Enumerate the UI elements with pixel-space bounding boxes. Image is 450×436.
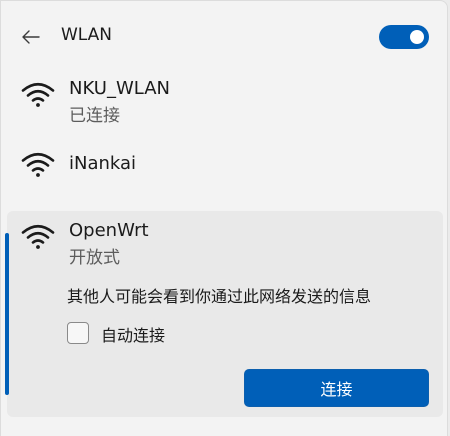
wifi-icon — [21, 224, 55, 249]
arrow-left-icon — [22, 30, 40, 44]
security-warning-text: 其他人可能会看到你通过此网络发送的信息 — [67, 287, 372, 306]
network-header-openwrt[interactable]: OpenWrt 开放式 — [1, 215, 449, 275]
connect-button[interactable]: 连接 — [244, 369, 429, 407]
network-name: iNankai — [69, 153, 137, 174]
wifi-icon — [21, 82, 55, 107]
network-name: NKU_WLAN — [69, 78, 170, 99]
wifi-icon — [21, 152, 55, 177]
network-item-inankai[interactable]: iNankai — [1, 143, 449, 187]
auto-connect-label[interactable]: 自动连接 — [101, 322, 165, 346]
auto-connect-checkbox[interactable] — [67, 322, 89, 344]
wlan-toggle[interactable] — [379, 25, 429, 49]
toggle-knob — [410, 30, 424, 44]
back-button[interactable] — [15, 21, 47, 53]
network-item-nku-wlan[interactable]: NKU_WLAN 已连接 — [1, 73, 449, 133]
wlan-flyout: WLAN NKU_WLAN 已连接 iNankai OpenWrt 开放式 其他… — [0, 0, 448, 436]
page-title: WLAN — [61, 25, 113, 45]
wlan-header: WLAN — [1, 15, 449, 59]
network-status: 已连接 — [69, 106, 120, 126]
network-name: OpenWrt — [69, 220, 149, 241]
network-status: 开放式 — [69, 248, 120, 268]
